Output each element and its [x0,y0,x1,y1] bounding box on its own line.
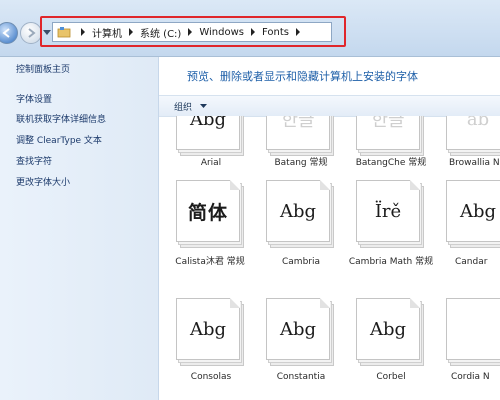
online-font-info-link[interactable]: 联机获取字体详细信息 [16,112,106,125]
font-name[interactable]: Calista沐君 常规 [163,256,257,268]
chevron-down-icon[interactable] [200,104,207,109]
font-settings-link[interactable]: 字体设置 [16,92,52,105]
navigation-bar: 计算机 系统 (C:) Windows Fonts [0,0,500,57]
font-tile[interactable]: ab [446,116,500,156]
font-name[interactable]: Cordia N [441,371,500,383]
back-button[interactable] [0,22,18,44]
font-sample: 한글 [281,116,315,131]
font-sample: Abg [459,200,497,222]
address-highlight-frame [40,16,346,47]
organize-button[interactable]: 组织 [174,100,192,113]
font-sample: Abg [279,200,317,222]
font-tile[interactable]: Ïrě [356,180,426,248]
back-arrow-icon [2,28,10,38]
font-tile[interactable]: Abg [176,116,246,156]
font-grid: Abg Arial 한글 Batang 常规 한글 BatangChe 常规 a… [159,116,500,400]
font-name[interactable]: Corbel [351,371,431,383]
font-name[interactable]: BatangChe 常规 [351,157,431,169]
font-name[interactable]: Cambria Math 常规 [346,256,436,268]
font-tile[interactable]: Abg [176,298,246,366]
font-sample: ab [466,116,490,130]
font-sample: Abg [189,318,227,340]
find-character-link[interactable]: 查找字符 [16,154,52,167]
forward-button[interactable] [20,22,42,44]
font-name[interactable]: Candar [441,256,500,268]
font-name[interactable]: Browallia N [441,157,500,169]
cleartype-link[interactable]: 调整 ClearType 文本 [16,133,102,146]
forward-arrow-icon [28,28,36,38]
font-name[interactable]: Consolas [171,371,251,383]
font-tile[interactable]: 한글 [266,116,336,156]
task-pane: 控制面板主页 字体设置 联机获取字体详细信息 调整 ClearType 文本 查… [0,57,159,400]
font-name[interactable]: Arial [171,157,251,169]
font-sample: Abg [189,116,227,130]
font-tile[interactable]: 简体 [176,180,246,248]
font-tile[interactable]: Abg [266,180,336,248]
font-name[interactable]: Cambria [261,256,341,268]
font-name[interactable]: Batang 常规 [261,157,341,169]
font-tile[interactable]: Abg [356,298,426,366]
font-tile[interactable] [446,298,500,366]
control-panel-home-link[interactable]: 控制面板主页 [16,62,70,75]
page-title: 预览、删除或者显示和隐藏计算机上安装的字体 [187,70,418,83]
change-font-size-link[interactable]: 更改字体大小 [16,175,70,188]
main-content: 预览、删除或者显示和隐藏计算机上安装的字体 组织 Abg Arial 한글 Ba… [159,57,500,400]
font-sample: 한글 [371,116,405,131]
font-tile[interactable]: Abg [266,298,336,366]
font-tile[interactable]: 한글 [356,116,426,156]
font-sample: Abg [369,318,407,340]
font-sample: Abg [279,318,317,340]
font-tile[interactable]: Abg [446,180,500,248]
font-sample: 简体 [187,201,228,224]
font-sample: Ïrě [374,200,402,222]
command-bar: 组织 [159,95,500,117]
font-name[interactable]: Constantia [261,371,341,383]
